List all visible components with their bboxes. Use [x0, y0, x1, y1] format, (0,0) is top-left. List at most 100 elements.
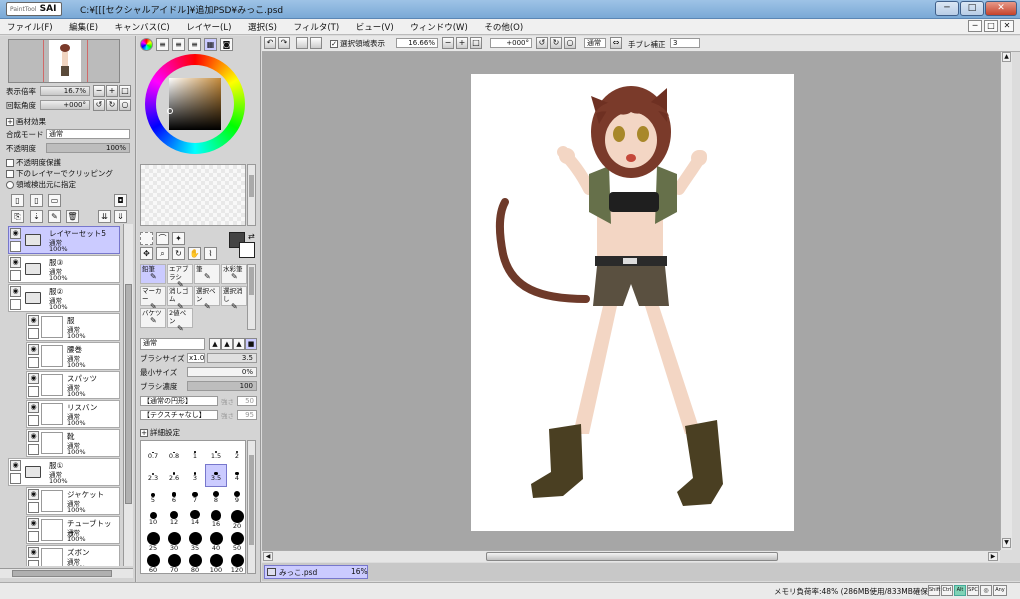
toolbar-zoom-in-button[interactable]: + [456, 37, 468, 49]
merge-visible-icon[interactable]: ⇓ [114, 210, 127, 223]
layer-lock-toggle[interactable] [28, 444, 39, 455]
layer-row[interactable]: ◉ スパッツ 通常 100% [26, 371, 120, 399]
tool-button[interactable]: 水彩筆 ✎ [221, 264, 247, 284]
menu-select[interactable]: 選択(S) [241, 19, 284, 35]
saturation-value-square[interactable] [169, 78, 221, 130]
zoom-field[interactable]: 16.66% [396, 38, 438, 48]
navigator-preview[interactable] [8, 39, 120, 83]
zoom-slider[interactable]: 16.7% [40, 86, 90, 96]
brush-size-preset[interactable]: 0.8 [164, 443, 184, 464]
merge-down-icon[interactable]: ⇊ [98, 210, 111, 223]
tool-button[interactable]: 選択ペン ✎ [194, 286, 220, 311]
tool-button[interactable]: エアブラシ ✎ [167, 264, 193, 289]
tool-grid-scrollbar[interactable] [247, 264, 256, 330]
hsv-slider-tab-icon[interactable]: ≡ [172, 38, 185, 51]
mdi-close-button[interactable]: ✕ [1000, 20, 1014, 32]
zoom-out-button[interactable]: − [93, 85, 105, 97]
swap-colors-icon[interactable]: ⇄ [248, 232, 255, 241]
eye-icon[interactable]: ◉ [10, 286, 21, 297]
brush-size-preset[interactable]: 40 [206, 531, 226, 552]
scratchpad-tab-icon[interactable]: ◙ [220, 38, 233, 51]
rotate-left-button[interactable]: ↺ [93, 99, 105, 111]
delete-layer-icon[interactable]: 🗑 [66, 210, 79, 223]
new-folder-icon[interactable]: ▭ [48, 194, 61, 207]
brush-size-slider[interactable]: 3.5 [207, 353, 257, 363]
layer-lock-toggle[interactable] [28, 502, 39, 513]
undo-button[interactable]: ↶ [264, 37, 276, 49]
eyedropper-icon[interactable]: ⌇ [204, 247, 217, 260]
tool-button[interactable]: 鉛筆 ✎ [140, 264, 166, 284]
toolbar-rotate-right-button[interactable]: ↻ [550, 37, 562, 49]
eye-icon[interactable]: ◉ [28, 547, 39, 558]
doc-tab[interactable]: みっこ.psd 16% [264, 565, 368, 579]
rotate-icon[interactable]: ↻ [172, 247, 185, 260]
brush-texture-select[interactable]: 【テクスチャなし】 [140, 410, 218, 420]
detail-settings-row[interactable]: + 詳細設定 [140, 427, 254, 438]
rotate-reset-button[interactable]: ○ [119, 99, 131, 111]
canvas-vertical-scrollbar[interactable]: ▲ ▼ [1000, 52, 1012, 550]
clear-layer-icon[interactable]: ✎ [48, 210, 61, 223]
document-canvas[interactable] [471, 74, 794, 531]
brush-size-preset[interactable]: 5 [143, 487, 163, 508]
menu-canvas[interactable]: キャンバス(C) [108, 19, 177, 35]
layer-row[interactable]: ◉ 服③ 通常 100% [8, 255, 120, 283]
brush-size-preset[interactable]: 6 [164, 487, 184, 508]
toolbar-rotate-left-button[interactable]: ↺ [536, 37, 548, 49]
eye-icon[interactable]: ◉ [10, 228, 21, 239]
toolbar-zoom-reset-button[interactable]: □ [470, 37, 482, 49]
secondary-color-swatch[interactable] [239, 242, 255, 258]
blend-mode-select[interactable]: 通常 [46, 129, 130, 139]
menu-layer[interactable]: レイヤー(L) [179, 19, 238, 35]
toolbar-rotate-reset-button[interactable]: ○ [564, 37, 576, 49]
swatch-palette[interactable] [140, 164, 246, 226]
mixer-tab-icon[interactable]: ≡ [188, 38, 201, 51]
stabilizer-select[interactable]: 3 [670, 38, 700, 48]
close-button[interactable]: ✕ [985, 1, 1017, 16]
brush-size-preset[interactable]: 16 [206, 509, 226, 530]
canvas-horizontal-scrollbar[interactable]: ◀ ▶ [262, 550, 1000, 562]
brush-size-preset[interactable]: 10 [143, 509, 163, 530]
brush-mode-select[interactable]: 通常 [140, 338, 205, 350]
layer-row[interactable]: ◉ ジャケット 通常 100% [26, 487, 120, 515]
deselect-button[interactable] [296, 37, 308, 49]
angle-field[interactable]: +000° [490, 38, 532, 48]
color-wheel[interactable] [145, 54, 245, 154]
edge-soft-icon[interactable]: ▲ [233, 338, 245, 350]
rgb-slider-tab-icon[interactable]: ≡ [156, 38, 169, 51]
eye-icon[interactable]: ◉ [28, 431, 39, 442]
preserve-opacity-checkbox[interactable]: 不透明度保護 [6, 157, 129, 168]
layer-lock-toggle[interactable] [10, 241, 21, 252]
menu-file[interactable]: ファイル(F) [0, 19, 60, 35]
redo-button[interactable]: ↷ [278, 37, 290, 49]
brush-size-preset[interactable]: 35 [185, 531, 205, 552]
layer-lock-toggle[interactable] [10, 270, 21, 281]
layer-row[interactable]: ◉ズボン通常100% [26, 545, 120, 566]
eye-icon[interactable]: ◉ [28, 402, 39, 413]
angle-slider[interactable]: +000° [40, 100, 90, 110]
opacity-slider[interactable]: 100% [46, 143, 130, 153]
brush-size-preset[interactable]: 60 [143, 553, 163, 573]
eye-icon[interactable]: ◉ [28, 344, 39, 355]
eye-icon[interactable]: ◉ [28, 373, 39, 384]
layer-lock-toggle[interactable] [28, 357, 39, 368]
layer-row[interactable]: ◉ リスバン 通常 100% [26, 400, 120, 428]
lasso-icon[interactable]: ⌒ [156, 232, 169, 245]
toolbar-zoom-out-button[interactable]: − [442, 37, 454, 49]
edge-medium-icon[interactable]: ▲ [221, 338, 233, 350]
menu-other[interactable]: その他(O) [477, 19, 530, 35]
brush-size-preset[interactable]: 1 [185, 443, 205, 464]
brush-size-preset[interactable]: 30 [164, 531, 184, 552]
color-wheel-tab-icon[interactable] [140, 38, 153, 51]
menu-view[interactable]: ビュー(V) [349, 19, 401, 35]
tool-button[interactable]: マーカー ✎ [140, 286, 166, 311]
brush-size-preset[interactable]: 9 [227, 487, 245, 508]
mdi-minimize-button[interactable]: ─ [968, 20, 982, 32]
copy-layer-icon[interactable]: ⎘ [11, 210, 24, 223]
tool-button[interactable]: 2値ペン ✎ [167, 308, 193, 333]
layer-lock-toggle[interactable] [10, 299, 21, 310]
new-linked-layer-icon[interactable]: ▯ [30, 194, 43, 207]
zoom-reset-button[interactable]: □ [119, 85, 131, 97]
eye-icon[interactable]: ◉ [10, 460, 21, 471]
menu-edit[interactable]: 編集(E) [62, 19, 105, 35]
brush-size-preset[interactable]: 3 [185, 465, 205, 486]
